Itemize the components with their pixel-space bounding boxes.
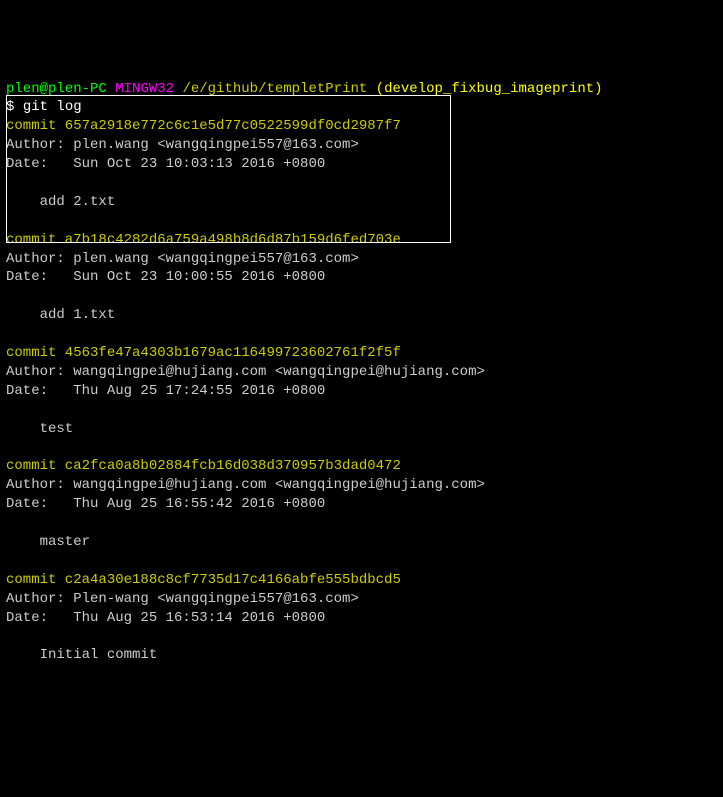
commit-msg: add 1.txt bbox=[6, 307, 115, 323]
commit-hash: commit c2a4a30e188c8cf7735d17c4166abfe55… bbox=[6, 572, 401, 588]
commit-hash: commit a7b18c4282d6a759a498b8d6d87b159d6… bbox=[6, 232, 401, 248]
prompt-shell: MINGW32 bbox=[115, 81, 174, 97]
commit-msg: master bbox=[6, 534, 90, 550]
prompt-dollar: $ bbox=[6, 99, 23, 115]
commit-author: Author: wangqingpei@hujiang.com <wangqin… bbox=[6, 364, 485, 380]
commit-hash: commit 4563fe47a4303b1679ac1164997236027… bbox=[6, 345, 401, 361]
commit-date: Date: Sun Oct 23 10:00:55 2016 +0800 bbox=[6, 269, 325, 285]
commit-author: Author: wangqingpei@hujiang.com <wangqin… bbox=[6, 477, 485, 493]
commit-msg: Initial commit bbox=[6, 647, 157, 663]
terminal[interactable]: plen@plen-PC MINGW32 /e/github/templetPr… bbox=[6, 80, 717, 666]
commit-msg: add 2.txt bbox=[6, 194, 115, 210]
commit-date: Date: Thu Aug 25 17:24:55 2016 +0800 bbox=[6, 383, 325, 399]
commit-author: Author: Plen-wang <wangqingpei557@163.co… bbox=[6, 591, 359, 607]
commit-hash: commit ca2fca0a8b02884fcb16d038d370957b3… bbox=[6, 458, 401, 474]
command: git log bbox=[23, 99, 82, 115]
commit-date: Date: Sun Oct 23 10:03:13 2016 +0800 bbox=[6, 156, 325, 172]
commit-author: Author: plen.wang <wangqingpei557@163.co… bbox=[6, 137, 359, 153]
commit-date: Date: Thu Aug 25 16:53:14 2016 +0800 bbox=[6, 610, 325, 626]
commit-author: Author: plen.wang <wangqingpei557@163.co… bbox=[6, 251, 359, 267]
commit-hash: commit 657a2918e772c6c1e5d77c0522599df0c… bbox=[6, 118, 401, 134]
commit-date: Date: Thu Aug 25 16:55:42 2016 +0800 bbox=[6, 496, 325, 512]
prompt-branch: (develop_fixbug_imageprint) bbox=[376, 81, 603, 97]
commit-msg: test bbox=[6, 421, 73, 437]
prompt-user: plen@plen-PC bbox=[6, 81, 107, 97]
prompt-path: /e/github/templetPrint bbox=[182, 81, 367, 97]
